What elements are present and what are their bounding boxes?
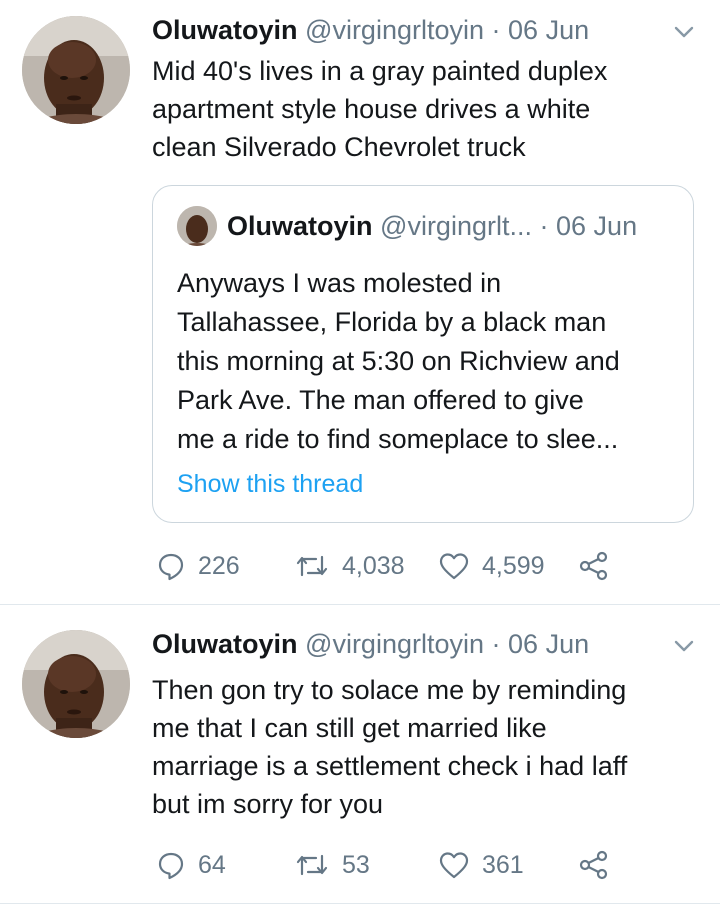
like-count: 4,599 <box>482 551 545 580</box>
separator: · <box>539 211 549 241</box>
chevron-down-icon[interactable] <box>672 22 696 42</box>
like-button[interactable]: 361 <box>438 845 524 885</box>
share-button[interactable] <box>578 546 610 586</box>
timestamp[interactable]: 06 Jun <box>508 629 589 659</box>
tweet[interactable]: Oluwatoyin @virgingrltoyin · 06 Jun Mid … <box>0 0 720 604</box>
avatar[interactable] <box>22 630 130 738</box>
share-icon <box>578 551 610 581</box>
timestamp: 06 Jun <box>556 211 638 241</box>
quoted-tweet-header: Oluwatoyin @virgingrlt... · 06 Jun <box>227 206 637 246</box>
reply-count: 64 <box>198 850 226 879</box>
tweet-text: Then gon try to solace me by reminding m… <box>152 675 628 819</box>
retweet-icon <box>294 850 330 880</box>
chevron-down-icon[interactable] <box>672 636 696 656</box>
retweet-count: 4,038 <box>342 551 405 580</box>
tweet-actions: 64 53 361 <box>152 845 692 885</box>
reply-icon <box>156 850 186 880</box>
user-handle[interactable]: @virgingrltoyin <box>305 629 484 659</box>
tweet-actions: 226 4,038 4,599 <box>152 546 692 586</box>
heart-icon <box>438 551 470 581</box>
retweet-button[interactable]: 4,038 <box>294 546 405 586</box>
user-handle[interactable]: @virgingrltoyin <box>305 15 484 45</box>
quoted-tweet-text: Anyways I was molested in Tallahassee, F… <box>177 268 620 454</box>
show-thread-link[interactable]: Show this thread <box>177 466 363 502</box>
reply-icon <box>156 551 186 581</box>
user-handle: @virgingrlt... <box>380 211 532 241</box>
like-count: 361 <box>482 850 524 879</box>
divider <box>0 903 720 904</box>
retweet-count: 53 <box>342 850 370 879</box>
reply-button[interactable]: 226 <box>156 546 240 586</box>
tweet-header: Oluwatoyin @virgingrltoyin · 06 Jun <box>152 626 589 662</box>
retweet-icon <box>294 551 330 581</box>
reply-button[interactable]: 64 <box>156 845 226 885</box>
share-button[interactable] <box>578 845 610 885</box>
retweet-button[interactable]: 53 <box>294 845 370 885</box>
avatar[interactable] <box>22 16 130 124</box>
heart-icon <box>438 850 470 880</box>
separator: · <box>491 15 501 45</box>
display-name: Oluwatoyin <box>227 211 373 241</box>
separator: · <box>491 629 501 659</box>
like-button[interactable]: 4,599 <box>438 546 545 586</box>
quoted-tweet[interactable]: Oluwatoyin @virgingrlt... · 06 Jun Anywa… <box>152 185 694 523</box>
tweet-text: Mid 40's lives in a gray painted duplex … <box>152 56 608 162</box>
display-name[interactable]: Oluwatoyin <box>152 15 298 45</box>
tweet-header: Oluwatoyin @virgingrltoyin · 06 Jun <box>152 12 589 48</box>
avatar <box>177 206 217 246</box>
display-name[interactable]: Oluwatoyin <box>152 629 298 659</box>
tweet[interactable]: Oluwatoyin @virgingrltoyin · 06 Jun Then… <box>0 605 720 905</box>
reply-count: 226 <box>198 551 240 580</box>
share-icon <box>578 850 610 880</box>
timestamp[interactable]: 06 Jun <box>508 15 589 45</box>
